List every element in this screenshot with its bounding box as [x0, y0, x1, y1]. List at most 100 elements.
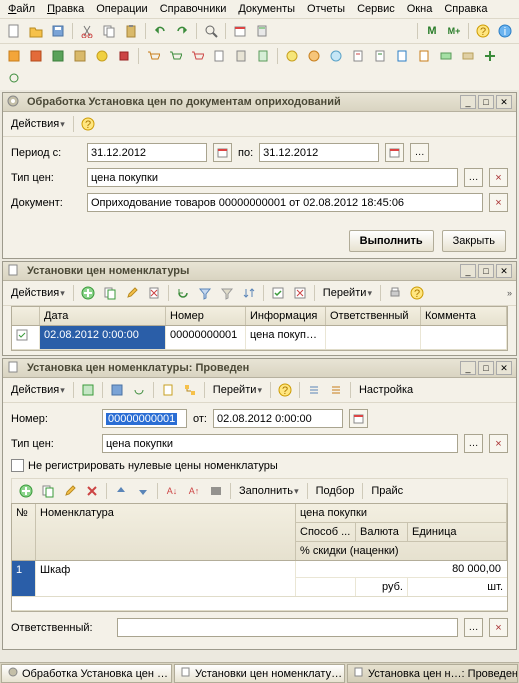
doc-icon-tb2[interactable]	[231, 46, 251, 66]
menu-reports[interactable]: Отчеты	[307, 3, 345, 15]
tool-icon[interactable]	[4, 46, 24, 66]
help-icon[interactable]: ?	[407, 283, 427, 303]
fill-menu[interactable]: Заполнить ▾	[235, 484, 303, 498]
print-icon[interactable]	[385, 283, 405, 303]
menu-ops[interactable]: Операции	[96, 3, 147, 15]
tool-icon-5[interactable]	[92, 46, 112, 66]
sort-desc-icon[interactable]: A↑	[184, 481, 204, 501]
misc-icon-3[interactable]	[480, 46, 500, 66]
post-close-icon[interactable]	[78, 380, 98, 400]
menu-service[interactable]: Сервис	[357, 3, 395, 15]
add-icon[interactable]	[78, 283, 98, 303]
price-type-input[interactable]: цена покупки	[87, 168, 458, 187]
move-down-icon[interactable]	[133, 481, 153, 501]
tool-icon-2[interactable]	[26, 46, 46, 66]
menu-file[interactable]: Файл	[8, 3, 35, 15]
doc-icon-tb[interactable]	[209, 46, 229, 66]
based-on-icon[interactable]	[158, 380, 178, 400]
cart-icon-3[interactable]	[187, 46, 207, 66]
goto-menu[interactable]: Перейти ▾	[319, 286, 376, 300]
copy-row-icon[interactable]	[38, 481, 58, 501]
actions-menu[interactable]: Действия ▾	[7, 117, 69, 131]
undo-icon[interactable]	[150, 21, 170, 41]
maximize-button[interactable]: □	[478, 264, 494, 278]
col-discount[interactable]: % скидки (наценки)	[296, 541, 506, 560]
help-icon[interactable]: ?	[473, 21, 493, 41]
doc-icon-tb3[interactable]	[253, 46, 273, 66]
minimize-button[interactable]: _	[460, 361, 476, 375]
cart-icon-2[interactable]	[165, 46, 185, 66]
unpost-icon[interactable]	[290, 283, 310, 303]
close-button[interactable]: ✕	[496, 361, 512, 375]
report-icon-1[interactable]	[348, 46, 368, 66]
ellipsis-button[interactable]: …	[464, 168, 483, 187]
col-method[interactable]: Способ ...	[296, 523, 356, 541]
filter-off-icon[interactable]	[217, 283, 237, 303]
clear-button[interactable]: ×	[489, 618, 508, 637]
menu-docs[interactable]: Документы	[238, 3, 295, 15]
m-icon[interactable]: M	[422, 21, 442, 41]
actions-menu[interactable]: Действия ▾	[7, 383, 69, 397]
maximize-button[interactable]: □	[478, 95, 494, 109]
calendar-icon[interactable]	[230, 21, 250, 41]
money-icon[interactable]	[282, 46, 302, 66]
period-from-input[interactable]: 31.12.2012	[87, 143, 207, 162]
responsible-input[interactable]	[117, 618, 458, 637]
col-unit[interactable]: Единица	[408, 523, 506, 541]
structure-icon[interactable]	[180, 380, 200, 400]
col-comment[interactable]: Коммента	[421, 307, 507, 325]
open-icon[interactable]	[26, 21, 46, 41]
col-date[interactable]: Дата	[40, 307, 166, 325]
actions-menu[interactable]: Действия ▾	[7, 286, 69, 300]
close-button[interactable]: ✕	[496, 95, 512, 109]
select-button[interactable]: Подбор	[312, 484, 359, 498]
edit-icon[interactable]	[122, 283, 142, 303]
col-n[interactable]: №	[12, 504, 36, 560]
paste-icon[interactable]	[121, 21, 141, 41]
misc-icon-2[interactable]	[458, 46, 478, 66]
report-icon-3[interactable]	[392, 46, 412, 66]
goto-menu[interactable]: Перейти ▾	[209, 383, 266, 397]
clear-button[interactable]: ×	[489, 193, 508, 212]
col-currency[interactable]: Валюта	[356, 523, 408, 541]
list-icon[interactable]	[304, 380, 324, 400]
clear-button[interactable]: ×	[489, 168, 508, 187]
help-icon[interactable]: ?	[275, 380, 295, 400]
tool-icon-3[interactable]	[48, 46, 68, 66]
new-doc-icon[interactable]	[4, 21, 24, 41]
col-responsible[interactable]: Ответственный	[326, 307, 421, 325]
tool-icon-4[interactable]	[70, 46, 90, 66]
report-icon-2[interactable]	[370, 46, 390, 66]
ellipsis-button[interactable]: …	[464, 434, 483, 453]
edit-row-icon[interactable]	[60, 481, 80, 501]
save-icon[interactable]	[48, 21, 68, 41]
help-icon[interactable]: ?	[78, 114, 98, 134]
ellipsis-button[interactable]: …	[410, 143, 429, 162]
refresh-tb-icon[interactable]	[4, 68, 24, 88]
menu-windows[interactable]: Окна	[407, 3, 433, 15]
calendar-icon[interactable]	[213, 143, 232, 162]
info-icon[interactable]: i	[495, 21, 515, 41]
close-button[interactable]: ✕	[496, 264, 512, 278]
calendar-icon[interactable]	[349, 409, 368, 428]
calc-icon[interactable]	[252, 21, 272, 41]
menu-edit[interactable]: Правка	[47, 3, 84, 15]
delete-row-icon[interactable]	[82, 481, 102, 501]
task-doc[interactable]: Установка цен н…: Проведен	[347, 664, 518, 683]
barcode-icon[interactable]	[206, 481, 226, 501]
report-icon-4[interactable]	[414, 46, 434, 66]
date-input[interactable]: 02.08.2012 0:00:00	[213, 409, 343, 428]
cut-icon[interactable]	[77, 21, 97, 41]
col-number[interactable]: Номер	[166, 307, 246, 325]
clear-button[interactable]: ×	[489, 434, 508, 453]
menu-help[interactable]: Справка	[444, 3, 487, 15]
calendar-icon[interactable]	[385, 143, 404, 162]
add-row-icon[interactable]	[16, 481, 36, 501]
price-type-input[interactable]: цена покупки	[102, 434, 458, 453]
main-menu[interactable]: Файл Правка Операции Справочники Докумен…	[0, 0, 519, 18]
period-to-input[interactable]: 31.12.2012	[259, 143, 379, 162]
price-button[interactable]: Прайс	[367, 484, 407, 498]
redo-icon[interactable]	[172, 21, 192, 41]
col-marker[interactable]	[12, 307, 40, 325]
col-nomenclature[interactable]: Номенклатура	[36, 504, 296, 560]
